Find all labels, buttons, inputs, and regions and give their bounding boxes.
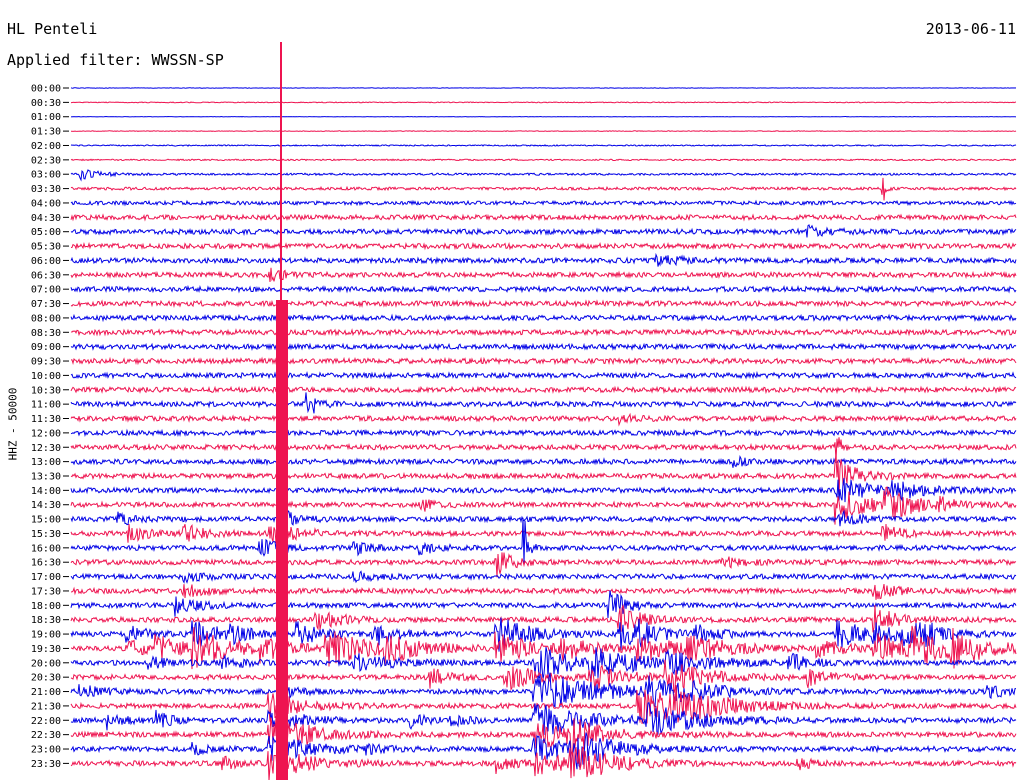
seismic-trace bbox=[70, 284, 1017, 294]
seismic-trace bbox=[70, 267, 1017, 283]
trace-time-label: 20:30 bbox=[31, 673, 61, 684]
seismic-trace bbox=[70, 385, 1017, 395]
trace-time-label: 08:00 bbox=[31, 313, 61, 324]
seismic-trace bbox=[70, 241, 1017, 251]
trace-time-label: 17:30 bbox=[31, 586, 61, 597]
seismic-trace bbox=[70, 523, 1017, 544]
seismic-trace bbox=[70, 169, 1017, 182]
seismic-trace bbox=[70, 130, 1017, 132]
trace-time-label: 11:30 bbox=[31, 414, 61, 425]
trace-time-label: 02:30 bbox=[31, 155, 61, 166]
trace-time-label: 21:00 bbox=[31, 687, 61, 698]
trace-time-label: 12:30 bbox=[31, 443, 61, 454]
trace-time-label: 15:30 bbox=[31, 529, 61, 540]
trace-time-label: 05:30 bbox=[31, 242, 61, 253]
trace-time-label: 14:30 bbox=[31, 500, 61, 511]
trace-time-label: 02:00 bbox=[31, 141, 61, 152]
trace-time-label: 23:30 bbox=[31, 759, 61, 770]
trace-time-label: 17:00 bbox=[31, 572, 61, 583]
seismic-trace bbox=[70, 370, 1017, 380]
seismic-trace bbox=[70, 428, 1017, 438]
trace-time-label: 15:00 bbox=[31, 515, 61, 526]
trace-time-label: 07:30 bbox=[31, 299, 61, 310]
seismic-trace bbox=[70, 199, 1017, 207]
trace-time-label: 01:30 bbox=[31, 127, 61, 138]
seismogram-plot: 00:00 00:30 01:00 01:30 02:00 02:30 03:00 03:30… bbox=[31, 42, 1017, 780]
trace-time-label: 07:00 bbox=[31, 285, 61, 296]
trace-time-label: 21:30 bbox=[31, 701, 61, 712]
trace-time-label: 04:00 bbox=[31, 198, 61, 209]
trace-time-label: 06:30 bbox=[31, 270, 61, 281]
seismic-trace bbox=[70, 224, 1017, 238]
seismic-trace bbox=[70, 213, 1017, 222]
trace-time-label: 03:30 bbox=[31, 184, 61, 195]
trace-time-label: 13:00 bbox=[31, 457, 61, 468]
seismic-trace bbox=[70, 517, 1017, 565]
seismic-trace bbox=[70, 158, 1017, 162]
seismic-trace bbox=[70, 328, 1017, 337]
seismic-trace bbox=[70, 477, 1017, 503]
trace-time-label: 18:30 bbox=[31, 615, 61, 626]
seismic-trace bbox=[71, 584, 1017, 600]
seismic-trace bbox=[70, 552, 1017, 578]
trace-time-label: 01:00 bbox=[31, 112, 61, 123]
trace-time-label: 19:00 bbox=[31, 630, 61, 641]
seismic-trace bbox=[70, 746, 1017, 780]
trace-time-label: 16:30 bbox=[31, 558, 61, 569]
seismic-trace bbox=[70, 437, 1017, 461]
trace-time-label: 04:30 bbox=[31, 213, 61, 224]
trace-time-label: 05:00 bbox=[31, 227, 61, 238]
seismic-trace bbox=[70, 313, 1017, 323]
trace-time-label: 20:00 bbox=[31, 658, 61, 669]
trace-time-label: 08:30 bbox=[31, 328, 61, 339]
trace-time-label: 00:30 bbox=[31, 98, 61, 109]
seismic-trace bbox=[71, 356, 1017, 366]
trace-time-label: 00:00 bbox=[31, 84, 61, 95]
trace-time-label: 14:00 bbox=[31, 486, 61, 497]
trace-time-label: 13:30 bbox=[31, 471, 61, 482]
trace-time-label: 18:00 bbox=[31, 601, 61, 612]
seismic-trace bbox=[70, 144, 1017, 147]
seismic-trace bbox=[70, 412, 1017, 427]
trace-time-label: 10:00 bbox=[31, 371, 61, 382]
trace-time-label: 16:00 bbox=[31, 543, 61, 554]
trace-time-label: 22:00 bbox=[31, 716, 61, 727]
seismic-trace bbox=[70, 342, 1017, 351]
trace-time-label: 22:30 bbox=[31, 730, 61, 741]
seismic-trace bbox=[70, 509, 1017, 527]
seismic-trace bbox=[70, 252, 1017, 267]
trace-time-label: 23:00 bbox=[31, 745, 61, 756]
seismic-trace bbox=[70, 101, 1017, 104]
trace-time-label: 12:00 bbox=[31, 428, 61, 439]
trace-time-label: 03:00 bbox=[31, 170, 61, 181]
trace-time-label: 19:30 bbox=[31, 644, 61, 655]
trace-time-label: 06:00 bbox=[31, 256, 61, 267]
seismic-trace bbox=[70, 392, 1017, 414]
trace-time-label: 09:00 bbox=[31, 342, 61, 353]
trace-time-label: 11:00 bbox=[31, 400, 61, 411]
trace-time-label: 09:30 bbox=[31, 357, 61, 368]
seismic-trace bbox=[70, 570, 1017, 584]
seismic-trace bbox=[70, 299, 1017, 308]
trace-time-label: 10:30 bbox=[31, 385, 61, 396]
seismic-trace bbox=[70, 454, 1017, 468]
seismic-trace bbox=[70, 177, 1017, 201]
